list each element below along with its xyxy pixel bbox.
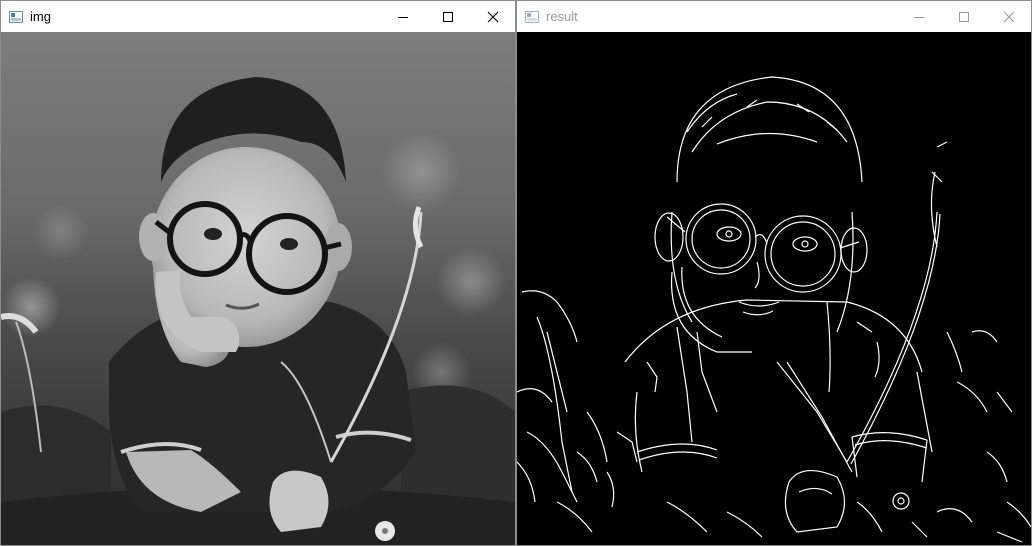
result-window[interactable]: result bbox=[516, 0, 1032, 546]
maximize-icon bbox=[442, 11, 453, 22]
maximize-icon bbox=[958, 11, 969, 22]
window-app-icon bbox=[9, 10, 23, 23]
edge-detection-output bbox=[517, 32, 1031, 545]
minimize-button[interactable] bbox=[896, 1, 941, 32]
maximize-button[interactable] bbox=[941, 1, 986, 32]
close-icon bbox=[487, 11, 498, 22]
window-app-icon bbox=[525, 10, 539, 23]
minimize-button[interactable] bbox=[380, 1, 425, 32]
minimize-icon bbox=[913, 16, 924, 18]
maximize-button[interactable] bbox=[425, 1, 470, 32]
close-icon bbox=[1003, 11, 1014, 22]
titlebar[interactable]: result bbox=[517, 1, 1031, 32]
window-title: img bbox=[30, 9, 51, 24]
close-button[interactable] bbox=[986, 1, 1031, 32]
window-title: result bbox=[546, 9, 578, 24]
edge-image bbox=[517, 32, 1031, 545]
close-button[interactable] bbox=[470, 1, 515, 32]
titlebar[interactable]: img bbox=[1, 1, 515, 32]
original-image bbox=[1, 32, 515, 545]
grayscale-photo bbox=[1, 32, 515, 545]
minimize-icon bbox=[397, 16, 408, 18]
img-window[interactable]: img bbox=[0, 0, 516, 546]
